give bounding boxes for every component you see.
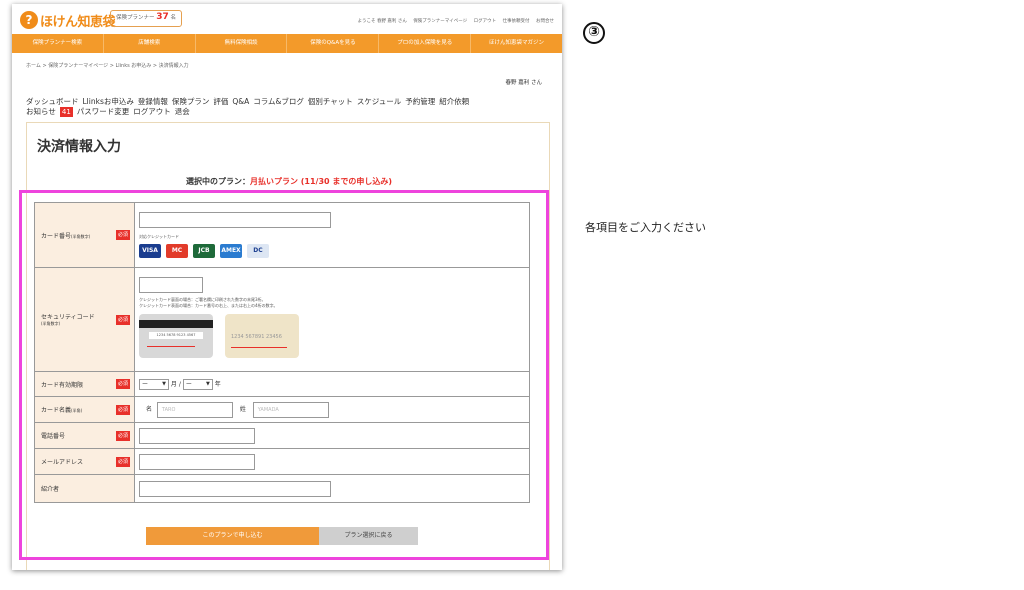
form-buttons: このプランで申し込む プラン選択に戻る <box>146 527 418 545</box>
mypage-nav-qa[interactable]: Q&A <box>232 97 249 106</box>
row-expiry: カード有効期限 必須 ー ▼ 月 / ー ▼ 年 <box>34 371 530 397</box>
card-holder-label: カード名義(半角) 必須 <box>34 396 135 423</box>
required-badge: 必須 <box>116 379 130 389</box>
chevron-down-icon: ▼ <box>205 380 210 387</box>
user-name: 春野 嘉利 さん <box>505 80 543 86</box>
email-input[interactable] <box>139 453 255 470</box>
nav-qa[interactable]: 保険のQ&Aを見る <box>287 34 380 53</box>
selected-plan-name: 月払いプラン (11/30 までの申し込み) <box>249 177 393 186</box>
expiry-label: カード有効期限 必須 <box>34 371 135 397</box>
amex-icon: AMEX <box>220 244 242 258</box>
mypage-nav-notices[interactable]: お知らせ <box>26 107 56 116</box>
site-header: ? ほけん知恵袋 保険プランナー 37 名 ようこそ 春野 嘉利 さん 保険プラ… <box>12 4 562 34</box>
welcome-text: ようこそ 春野 嘉利 さん <box>357 19 407 24</box>
nav-pro-insurance[interactable]: プロの加入保険を見る <box>379 34 472 53</box>
mypage-nav-referral[interactable]: 紹介依頼 <box>439 97 469 106</box>
step-number: ③ <box>583 22 605 44</box>
diners-icon: DC <box>247 244 269 258</box>
chevron-down-icon: ▼ <box>162 380 166 387</box>
row-security-code: セキュリティコード (半角数字) 必須 クレジットカード裏面の場合：ご署名欄に印… <box>34 267 530 372</box>
mypage-nav-logout[interactable]: ログアウト <box>133 107 171 116</box>
mastercard-icon: MC <box>166 244 188 258</box>
nav-store-search[interactable]: 店舗検索 <box>104 34 196 53</box>
required-badge: 必須 <box>116 430 130 441</box>
card-number-input[interactable] <box>139 212 331 228</box>
required-badge: 必須 <box>116 456 130 467</box>
nav-planner-search[interactable]: 保険プランナー検索 <box>12 34 104 53</box>
phone-label: 電話番号 必須 <box>34 422 135 449</box>
required-badge: 必須 <box>116 314 130 325</box>
logo-icon: ? <box>20 11 38 29</box>
selected-plan: 選択中のプラン：月払いプラン (11/30 までの申し込み) <box>185 177 393 186</box>
last-name-input[interactable]: YAMADA <box>252 401 329 418</box>
mypage-nav-plans[interactable]: 保険プラン <box>172 97 210 106</box>
apply-plan-button[interactable]: このプランで申し込む <box>146 527 319 545</box>
card-brands: VISA MC JCB AMEX DC <box>139 244 525 258</box>
accepted-cards-label: 対応クレジットカード <box>139 234 179 239</box>
mypage-nav-schedule[interactable]: スケジュール <box>357 97 401 106</box>
expiry-year-select[interactable]: ー ▼ <box>182 378 213 390</box>
page-title: 決済情報入力 <box>37 139 121 155</box>
planner-count-badge: 保険プランナー 37 名 <box>110 10 183 27</box>
top-link-contact[interactable]: お問合せ <box>536 19 554 24</box>
nav-free-consult[interactable]: 無料保険相談 <box>196 34 288 53</box>
row-card-holder: カード名義(半角) 必須 名 TARO 姓 YAMADA <box>34 396 530 423</box>
mypage-nav-reservations[interactable]: 予約管理 <box>405 97 435 106</box>
visa-icon: VISA <box>139 244 161 258</box>
security-code-label: セキュリティコード (半角数字) 必須 <box>34 267 135 372</box>
required-badge: 必須 <box>116 230 130 240</box>
mypage-nav-withdraw[interactable]: 退会 <box>175 107 190 116</box>
mypage-nav-chat[interactable]: 個別チャット <box>308 97 353 106</box>
nav-magazine[interactable]: ほけん知恵袋マガジン <box>471 34 562 53</box>
email-label: メールアドレス 必須 <box>34 448 135 475</box>
breadcrumb[interactable]: ホーム > 保険プランナーマイページ > Llinks お申込み > 決済情報入… <box>26 62 189 69</box>
instruction-text: 各項目をご入力ください <box>585 221 706 234</box>
card-number-label: カード番号(半角数字) 必須 <box>34 202 135 268</box>
row-card-number: カード番号(半角数字) 必須 対応クレジットカード VISA MC JCB AM… <box>34 202 530 268</box>
card-back-illustration: 1234 5678 9123 4567 <box>139 314 213 358</box>
mypage-nav-column[interactable]: コラム&ブログ <box>253 97 304 106</box>
notice-count-badge: 41 <box>59 107 73 117</box>
row-phone: 電話番号 必須 <box>34 422 530 449</box>
row-email: メールアドレス 必須 <box>34 448 530 475</box>
payment-form: カード番号(半角数字) 必須 対応クレジットカード VISA MC JCB AM… <box>34 202 530 503</box>
mypage-nav-dashboard[interactable]: ダッシュボード <box>26 97 79 106</box>
required-badge: 必須 <box>116 404 130 415</box>
logo-text: ほけん知恵袋 <box>40 14 116 30</box>
mypage-nav-llinks[interactable]: Llinksお申込み <box>83 97 134 106</box>
site-logo[interactable]: ? ほけん知恵袋 <box>20 10 116 30</box>
phone-input[interactable] <box>139 427 255 444</box>
card-front-illustration: 1234 567891 23456 <box>225 314 299 358</box>
jcb-icon: JCB <box>193 244 215 258</box>
mypage-nav-password[interactable]: パスワード変更 <box>77 107 130 116</box>
top-link-logout[interactable]: ログアウト <box>474 19 497 24</box>
security-help-front: クレジットカード表面の場合：カード番号の右上、または右上の4桁の数字。 <box>139 303 278 308</box>
referrer-label: 紹介者 <box>34 474 135 503</box>
mypage-nav-reviews[interactable]: 評価 <box>213 97 228 106</box>
row-referrer: 紹介者 <box>34 474 530 503</box>
planner-count: 37 <box>156 12 169 22</box>
first-name-input[interactable]: TARO <box>156 401 233 418</box>
top-link-mypage[interactable]: 保険プランナーマイページ <box>413 19 467 24</box>
referrer-input[interactable] <box>139 480 331 497</box>
top-links: ようこそ 春野 嘉利 さん 保険プランナーマイページ ログアウト 仕事依頼受付 … <box>353 18 554 24</box>
top-link-jobs[interactable]: 仕事依頼受付 <box>503 19 530 24</box>
mypage-nav: ダッシュボード Llinksお申込み 登録情報 保険プラン 評価 Q&A コラム&ブログ 個別… <box>26 97 546 117</box>
security-code-input[interactable] <box>139 277 203 293</box>
back-to-plans-button[interactable]: プラン選択に戻る <box>319 527 418 545</box>
expiry-month-select[interactable]: ー ▼ <box>139 378 169 390</box>
global-nav: 保険プランナー検索 店舗検索 無料保険相談 保険のQ&Aを見る プロの加入保険を… <box>12 34 562 53</box>
mypage-nav-profile[interactable]: 登録情報 <box>138 97 168 106</box>
